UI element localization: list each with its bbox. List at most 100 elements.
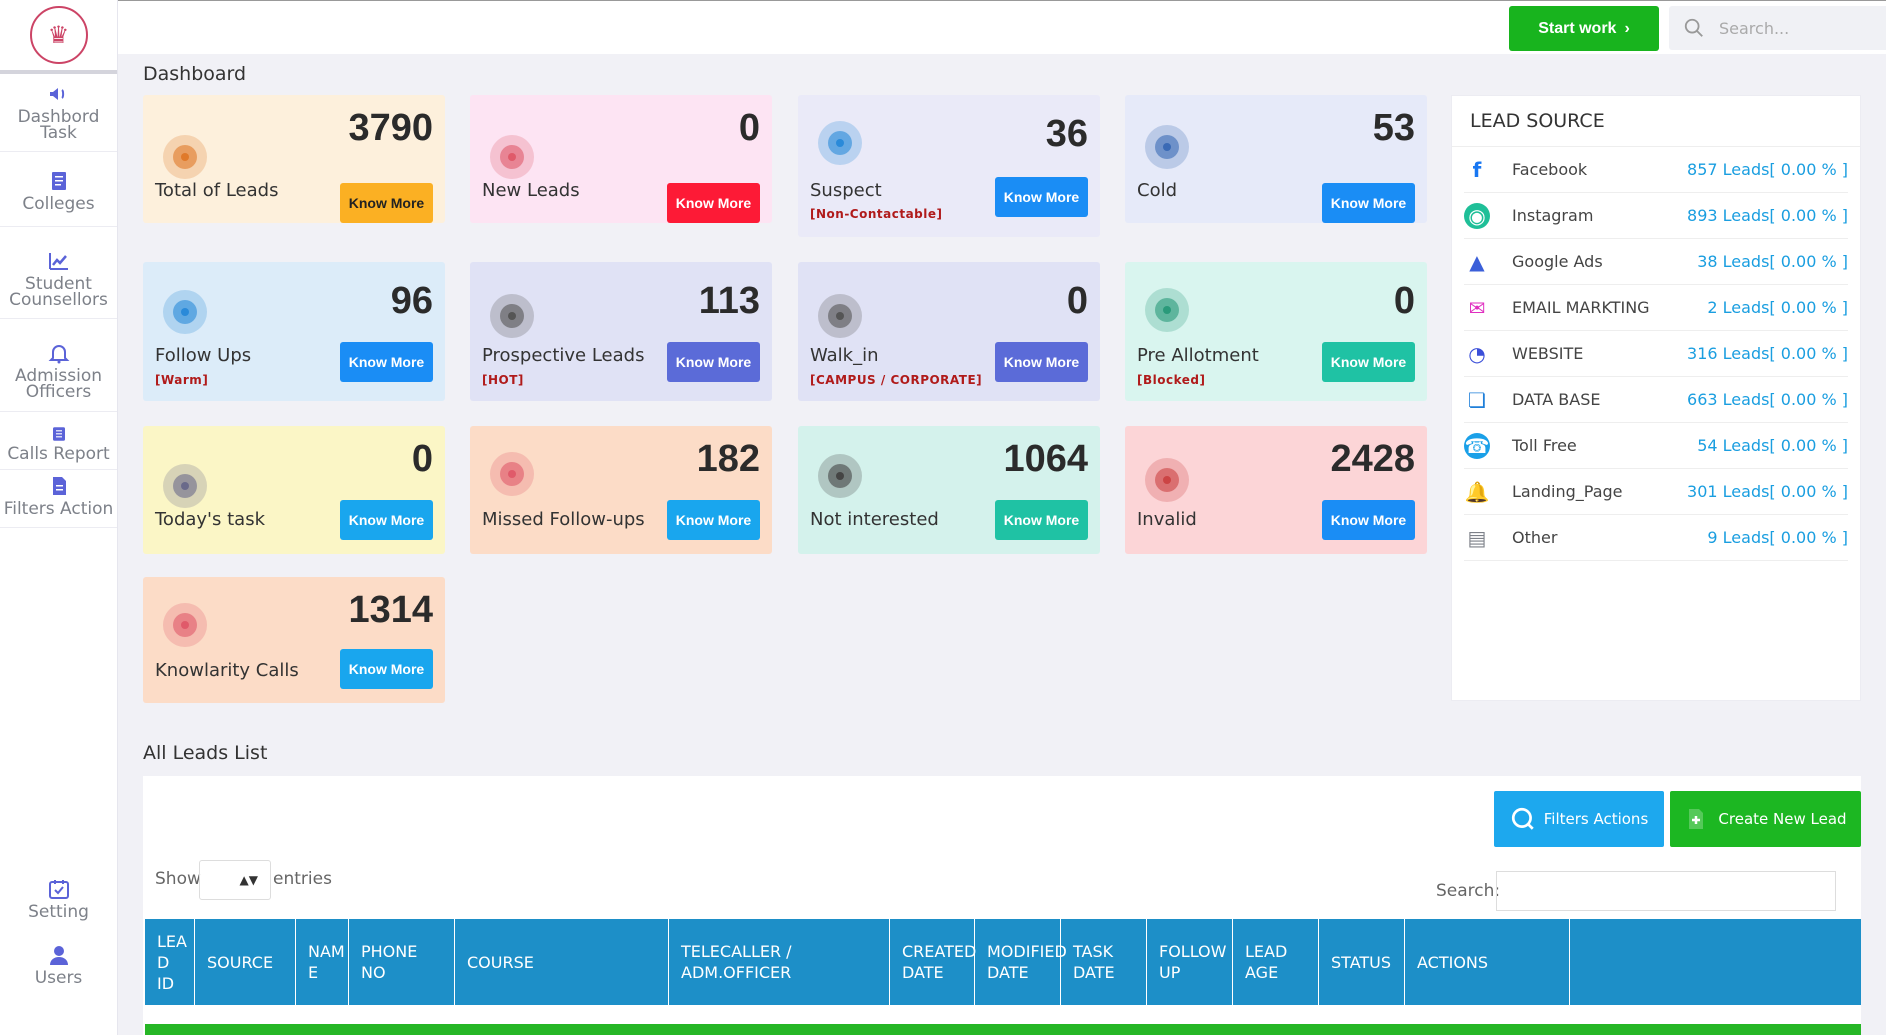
suspect-person-icon: [810, 113, 878, 175]
lead-source-row[interactable]: ▲ Google Ads 38 Leads[ 0.00 % ]: [1464, 239, 1848, 285]
lead-card: 1064 Not interested Know More: [798, 426, 1100, 554]
know-more-button[interactable]: Know More: [995, 500, 1088, 540]
create-new-lead-button[interactable]: Create New Lead: [1670, 791, 1861, 847]
lead-count: 2428: [1330, 438, 1415, 480]
updown-icon: ▲▼: [239, 873, 258, 887]
table-search-input[interactable]: [1496, 871, 1836, 911]
lead-card-sublabel: [Warm]: [155, 373, 209, 387]
column-header[interactable]: COURSE: [455, 919, 669, 1005]
database-icon: ❏: [1468, 387, 1486, 412]
global-search-input[interactable]: Search...: [1669, 6, 1886, 50]
lead-source-row[interactable]: ❏ DATA BASE 663 Leads[ 0.00 % ]: [1464, 377, 1848, 423]
sidebar-item-admission-officers[interactable]: Admission Officers: [0, 319, 117, 412]
sidebar-item-filters-action[interactable]: Filters Action: [0, 470, 117, 528]
know-more-button[interactable]: Know More: [340, 649, 433, 689]
column-header[interactable]: MODIFIED DATE: [975, 919, 1067, 1005]
follow-up-person-icon: [155, 282, 223, 344]
lead-card-label: Prospective Leads: [482, 345, 645, 366]
headset-person-icon: [1137, 117, 1205, 179]
know-more-button[interactable]: Know More: [340, 342, 433, 382]
sidebar-item-student-counsellors[interactable]: Student Counsellors: [0, 227, 117, 319]
college-logo[interactable]: ♛: [0, 0, 117, 74]
know-more-button[interactable]: Know More: [667, 500, 760, 540]
know-more-button[interactable]: Know More: [995, 342, 1088, 382]
lead-source-row[interactable]: ☎ Toll Free 54 Leads[ 0.00 % ]: [1464, 423, 1848, 469]
column-header[interactable]: PHONE NO: [349, 919, 455, 1005]
column-header[interactable]: ACTIONS: [1405, 919, 1570, 1005]
sidebar-item-label: Users: [34, 968, 83, 988]
create-new-lead-label: Create New Lead: [1718, 810, 1847, 828]
lead-source-name: DATA BASE: [1512, 390, 1601, 409]
filters-actions-button[interactable]: Filters Actions: [1494, 791, 1664, 847]
lead-card-label: Total of Leads: [155, 180, 279, 201]
lead-source-row[interactable]: ✉ EMAIL MARKTING 2 Leads[ 0.00 % ]: [1464, 285, 1848, 331]
table-progress-bar: [145, 1024, 1861, 1035]
sidebar-item-label: Colleges: [22, 194, 95, 214]
lead-card: 0 Walk_in [CAMPUS / CORPORATE] Know More: [798, 262, 1100, 401]
search-icon: [1684, 18, 1703, 37]
know-more-button[interactable]: Know More: [667, 342, 760, 382]
sidebar-item-calls-report[interactable]: Calls Report: [0, 412, 117, 470]
column-header[interactable]: SOURCE: [195, 919, 296, 1005]
know-more-button[interactable]: Know More: [667, 183, 760, 223]
column-header[interactable]: LEAD AGE: [1233, 919, 1319, 1005]
lead-source-count: 857 Leads[ 0.00 % ]: [1687, 160, 1848, 179]
know-more-button[interactable]: Know More: [995, 177, 1088, 217]
facebook-icon: f: [1472, 157, 1482, 182]
lead-count: 36: [1045, 113, 1088, 155]
lead-card: 0 New Leads Know More: [470, 95, 772, 223]
lead-card-label: Missed Follow-ups: [482, 509, 645, 530]
lead-source-row[interactable]: f Facebook 857 Leads[ 0.00 % ]: [1464, 147, 1848, 193]
lead-source-row[interactable]: ◔ WEBSITE 316 Leads[ 0.00 % ]: [1464, 331, 1848, 377]
lead-source-name: Facebook: [1512, 160, 1588, 179]
know-more-button[interactable]: Know More: [1322, 500, 1415, 540]
start-work-button[interactable]: Start work ›: [1509, 6, 1659, 51]
lead-source-row[interactable]: 🔔 Landing_Page 301 Leads[ 0.00 % ]: [1464, 469, 1848, 515]
instagram-icon: ◉: [1464, 202, 1490, 229]
lead-card-label: Today's task: [155, 509, 265, 530]
lead-card: 182 Missed Follow-ups Know More: [470, 426, 772, 554]
magnifier-people-icon: [482, 286, 550, 348]
lead-card-sublabel: [Blocked]: [1137, 373, 1206, 387]
entries-per-page-select[interactable]: ▲▼: [199, 860, 271, 900]
column-header[interactable]: CREATED DATE: [890, 919, 976, 1005]
column-header[interactable]: TASK DATE: [1061, 919, 1147, 1005]
table-header: LEA D ID SOURCE NAM E PHONE NO COURSE TELECAL…: [145, 919, 1861, 1005]
sidebar-item-colleges[interactable]: Colleges: [0, 152, 117, 227]
logo-emblem-icon: ♛: [29, 6, 88, 64]
sidebar-item-dashboard-task[interactable]: Dashbord Task: [0, 74, 117, 152]
lead-card-label: Suspect: [810, 180, 882, 201]
lead-source-name: WEBSITE: [1512, 344, 1584, 363]
lead-card: 1314 Knowlarity Calls Know More: [143, 577, 445, 703]
phone-call-icon: [482, 444, 550, 506]
calendar-check-icon: [48, 880, 69, 899]
id-card-icon: [810, 446, 878, 508]
lead-count: 0: [1393, 280, 1415, 322]
column-header[interactable]: LEA D ID: [145, 919, 195, 1005]
know-more-button[interactable]: Know More: [1322, 342, 1415, 382]
show-label: Show: [155, 869, 201, 889]
lead-source-count: 2 Leads[ 0.00 % ]: [1707, 298, 1848, 317]
lead-count: 1314: [348, 589, 433, 631]
column-header[interactable]: FOLLOW UP: [1147, 919, 1233, 1005]
bell-icon: 🔔: [1464, 479, 1490, 504]
lead-source-count: 893 Leads[ 0.00 % ]: [1687, 206, 1848, 225]
column-header[interactable]: STATUS: [1319, 919, 1405, 1005]
lead-card-sublabel: [CAMPUS / CORPORATE]: [810, 373, 983, 387]
sidebar-item-setting[interactable]: Setting: [0, 870, 117, 927]
lead-source-row[interactable]: ◉ Instagram 893 Leads[ 0.00 % ]: [1464, 193, 1848, 239]
know-more-button[interactable]: Know More: [340, 183, 433, 223]
column-header[interactable]: TELECALLER / ADM.OFFICER: [669, 919, 890, 1005]
know-more-button[interactable]: Know More: [1322, 183, 1415, 223]
column-header[interactable]: NAM E: [296, 919, 349, 1005]
lead-source-count: 316 Leads[ 0.00 % ]: [1687, 344, 1848, 363]
lead-card: 53 Cold Know More: [1125, 95, 1427, 223]
lead-count: 0: [738, 107, 760, 149]
sidebar-item-users[interactable]: Users: [0, 936, 117, 993]
leads-list-panel: Filters Actions Create New Lead Show ▲▼ …: [143, 776, 1861, 1035]
filters-actions-label: Filters Actions: [1543, 810, 1649, 828]
chevron-right-icon: ›: [1624, 19, 1630, 37]
know-more-button[interactable]: Know More: [340, 500, 433, 540]
search-icon: [1511, 807, 1534, 830]
lead-source-row[interactable]: ▤ Other 9 Leads[ 0.00 % ]: [1464, 515, 1848, 561]
